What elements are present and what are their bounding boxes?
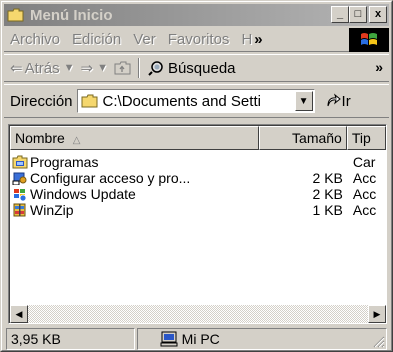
status-bar: 3,95 KB Mi PC: [6, 328, 387, 350]
standard-toolbar: ⇐ Atrás ▼ ⇒ ▼ Búsqueda »: [4, 54, 389, 82]
item-size: 2 KB: [312, 170, 343, 186]
explorer-window: Menú Inicio _ □ x Archivo Edición Ver Fa…: [0, 0, 393, 352]
address-dropdown-button[interactable]: ▼: [294, 91, 313, 111]
scroll-right-button[interactable]: ▶: [368, 305, 386, 323]
search-label: Búsqueda: [167, 59, 236, 77]
resize-grip-icon[interactable]: [371, 334, 385, 348]
windows-logo-icon: [349, 28, 389, 52]
menu-ayuda[interactable]: H: [235, 31, 252, 48]
my-computer-icon: [160, 331, 178, 347]
list-item[interactable]: Configurar acceso y pro... 2 KB Acc: [10, 170, 386, 186]
item-type: Acc: [352, 186, 377, 202]
chevron-down-icon: ▼: [298, 95, 309, 107]
item-name: Windows Update: [30, 186, 136, 202]
shortcut-config-icon: [12, 171, 28, 186]
status-zone-label: Mi PC: [181, 331, 220, 347]
list-item[interactable]: WinZip 1 KB Acc: [10, 202, 386, 218]
scroll-left-button[interactable]: ◀: [10, 305, 28, 323]
search-icon: [148, 61, 163, 76]
maximize-button[interactable]: □: [349, 6, 367, 23]
title-bar[interactable]: Menú Inicio _ □ x: [4, 4, 389, 26]
search-button[interactable]: Búsqueda: [148, 60, 236, 77]
go-arrow-icon: [327, 93, 341, 107]
go-button[interactable]: Ir: [325, 93, 351, 110]
file-list-view[interactable]: Nombre △ Tamaño Tip Programas Car Config…: [8, 124, 387, 324]
folder-programs-icon: [12, 155, 28, 169]
address-input[interactable]: C:\Documents and Setti: [103, 93, 293, 110]
menu-overflow-chevron[interactable]: »: [254, 31, 262, 48]
forward-dropdown-icon[interactable]: ▼: [97, 62, 108, 74]
item-type: Acc: [352, 170, 377, 186]
go-label: Ir: [341, 92, 351, 110]
item-type: Acc: [352, 202, 377, 218]
menu-archivo[interactable]: Archivo: [4, 31, 66, 48]
back-button[interactable]: ⇐ Atrás: [10, 59, 60, 78]
item-type: Car: [352, 154, 376, 170]
column-header-name[interactable]: Nombre △: [10, 126, 260, 150]
toolbar-overflow-chevron[interactable]: »: [375, 59, 383, 75]
back-label: Atrás: [24, 59, 60, 77]
back-dropdown-icon[interactable]: ▼: [64, 62, 75, 74]
folder-icon: [81, 94, 98, 108]
list-item[interactable]: Programas Car: [10, 154, 386, 170]
item-name: Configurar acceso y pro...: [30, 170, 191, 186]
sort-ascending-icon: △: [72, 135, 81, 146]
column-header-size[interactable]: Tamaño: [259, 126, 347, 150]
up-folder-icon: [114, 61, 131, 75]
list-header: Nombre △ Tamaño Tip: [10, 126, 386, 150]
item-size: 2 KB: [312, 186, 343, 202]
minimize-button[interactable]: _: [331, 6, 349, 23]
window-title: Menú Inicio: [30, 6, 113, 24]
item-name: WinZip: [30, 202, 74, 218]
status-zone: Mi PC: [136, 328, 387, 350]
chevron-right-icon: ▶: [373, 308, 381, 319]
menu-edicion[interactable]: Edición: [66, 31, 127, 48]
chevron-left-icon: ◀: [15, 308, 23, 319]
address-label: Dirección: [10, 92, 73, 110]
close-button[interactable]: x: [369, 6, 387, 23]
winzip-icon: [12, 203, 28, 217]
up-folder-button[interactable]: [114, 61, 132, 75]
menu-favoritos[interactable]: Favoritos: [162, 31, 236, 48]
status-size: 3,95 KB: [6, 328, 135, 350]
menu-bar: Archivo Edición Ver Favoritos H »: [4, 28, 389, 52]
list-item[interactable]: Windows Update 2 KB Acc: [10, 186, 386, 202]
column-header-type[interactable]: Tip: [346, 126, 386, 150]
address-combobox[interactable]: C:\Documents and Setti ▼: [76, 89, 315, 113]
horizontal-scrollbar[interactable]: ◀ ▶: [10, 305, 386, 323]
forward-button[interactable]: ⇒: [80, 59, 93, 77]
windows-update-icon: [12, 187, 28, 202]
toolbar-separator: [137, 58, 140, 78]
folder-icon: [7, 8, 25, 22]
item-name: Programas: [30, 154, 99, 170]
address-bar: Dirección C:\Documents and Setti ▼ Ir: [4, 84, 389, 118]
menu-ver[interactable]: Ver: [127, 31, 162, 48]
back-arrow-icon: ⇐: [10, 60, 23, 77]
item-size: 1 KB: [312, 202, 343, 218]
